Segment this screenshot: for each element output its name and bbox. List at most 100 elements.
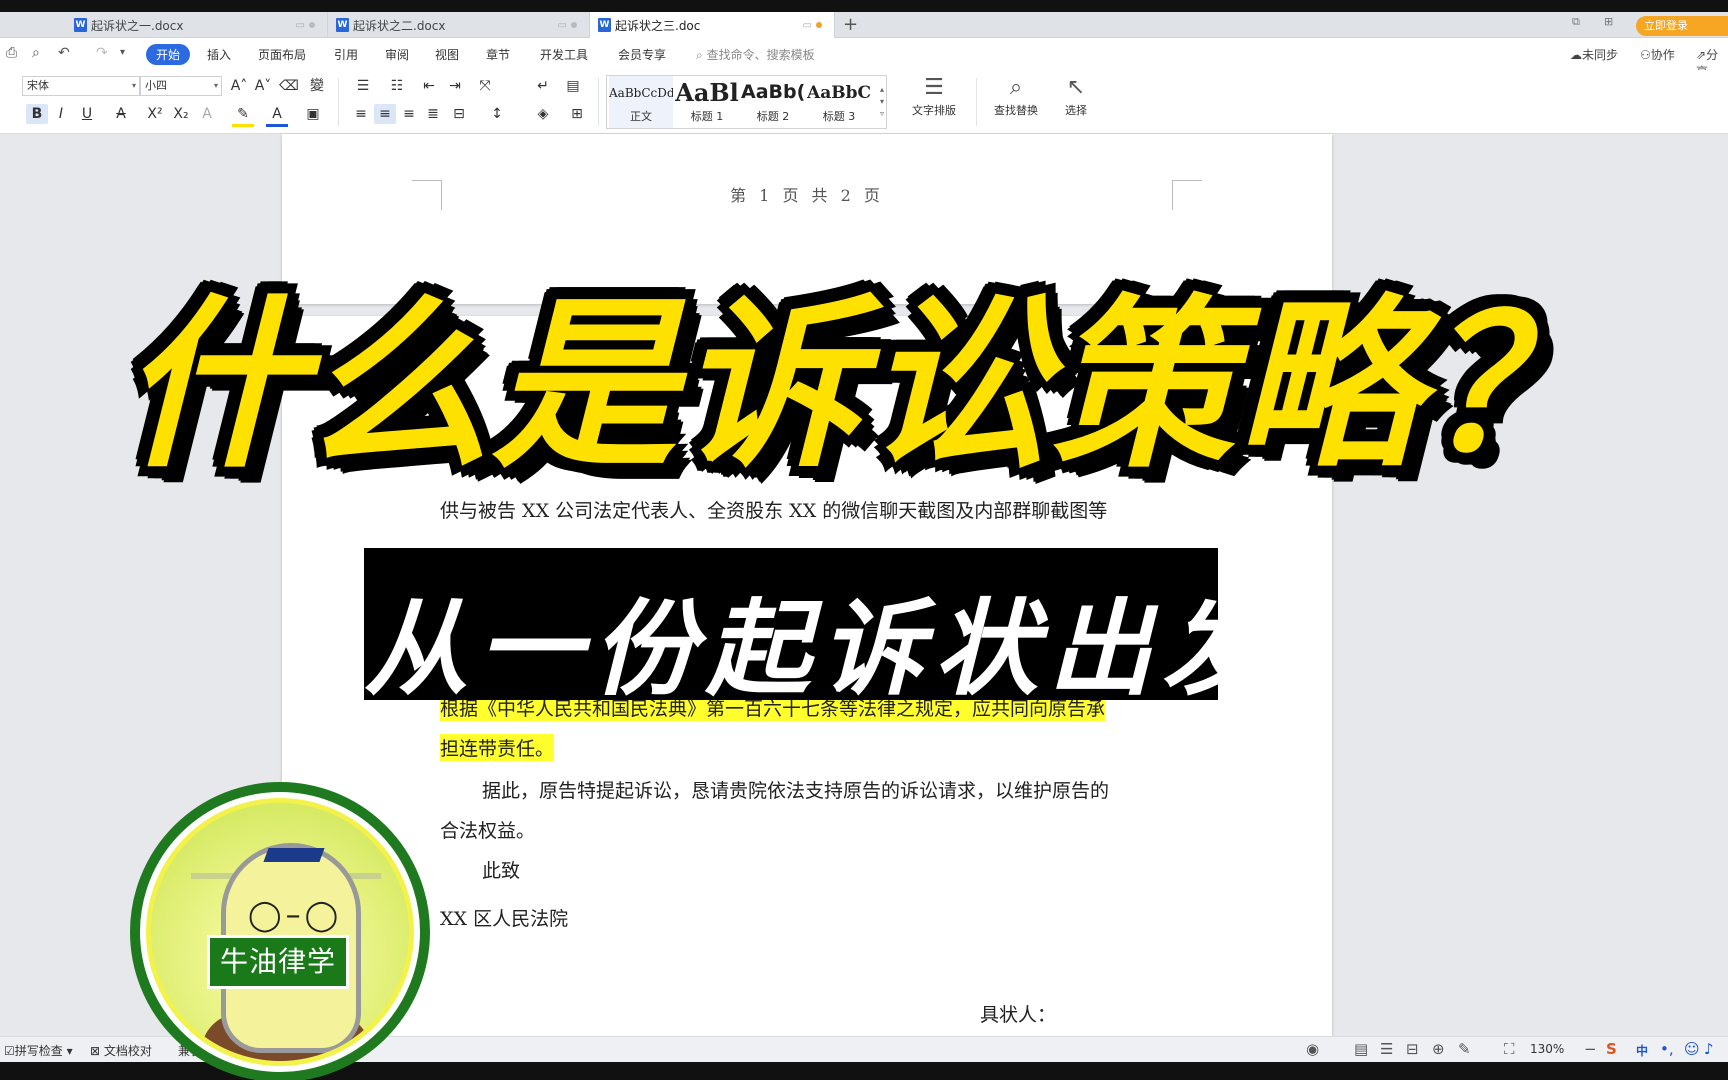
style-heading-2[interactable]: AaBb( 标题 2: [741, 76, 805, 128]
chinese-layout-icon[interactable]: ⤧: [472, 76, 498, 96]
align-center-icon[interactable]: ≡: [374, 104, 396, 124]
fit-page-icon[interactable]: ⛶: [1504, 1040, 1515, 1058]
clear-format-icon[interactable]: ⌫: [278, 76, 300, 96]
highlight-icon[interactable]: ✎: [232, 104, 254, 127]
tab-close-dot[interactable]: [571, 22, 577, 28]
page-view-icon[interactable]: ▤: [1354, 1040, 1368, 1058]
style-scroll-arrows[interactable]: ▴ ▾ ▿: [880, 84, 884, 120]
collab-label: 协作: [1650, 48, 1675, 62]
distribute-icon[interactable]: ⊟: [448, 104, 470, 124]
cursor-icon: ↖: [1066, 75, 1086, 100]
tab-doc-1[interactable]: W 起诉状之一.docx ▭: [66, 12, 328, 38]
zoom-level[interactable]: 130%: [1530, 1042, 1564, 1056]
menu-view[interactable]: 视图: [435, 46, 459, 63]
sync-status[interactable]: ☁未同步: [1570, 46, 1618, 63]
web-view-icon[interactable]: ⊕: [1432, 1040, 1445, 1058]
increase-indent-icon[interactable]: ⇥: [444, 76, 466, 96]
decrease-indent-icon[interactable]: ⇤: [418, 76, 440, 96]
ime-mode[interactable]: 中: [1636, 1042, 1648, 1059]
separator: [976, 78, 977, 126]
menu-home[interactable]: 开始: [146, 44, 191, 65]
show-marks-icon[interactable]: ↵: [530, 76, 556, 96]
table-icon[interactable]: ▤: [562, 76, 584, 96]
document-tab-bar: W 起诉状之一.docx ▭ W 起诉状之二.docx ▭ W 起诉状之三.do…: [0, 12, 1728, 38]
align-left-icon[interactable]: ≡: [350, 104, 372, 124]
menu-references[interactable]: 引用: [334, 46, 358, 63]
tab-doc-3[interactable]: W 起诉状之三.doc ▭: [590, 12, 835, 38]
menu-insert[interactable]: 插入: [207, 46, 231, 63]
font-name-select[interactable]: 宋体 ▾: [22, 76, 140, 96]
tab-close-dot[interactable]: [309, 22, 315, 28]
numbered-list-icon[interactable]: ☷: [384, 76, 410, 96]
font-color-icon[interactable]: A: [266, 104, 288, 127]
select-button[interactable]: ↖ 选择: [1052, 74, 1100, 118]
eye-protect-icon[interactable]: ◉: [1306, 1040, 1319, 1058]
justify-icon[interactable]: ≣: [422, 104, 444, 124]
shading-icon[interactable]: ◈: [530, 104, 556, 124]
menu-chapter[interactable]: 章节: [486, 46, 510, 63]
bullet-list-icon[interactable]: ☰: [350, 76, 376, 96]
menu-review[interactable]: 审阅: [385, 46, 409, 63]
print-preview-icon[interactable]: ⌕: [32, 45, 40, 61]
collab-button[interactable]: ⚇协作: [1640, 46, 1675, 63]
align-right-icon[interactable]: ≡: [398, 104, 420, 124]
style-normal[interactable]: AaBbCcDd 正文: [609, 76, 673, 128]
bold-icon[interactable]: B: [26, 104, 48, 124]
char-border-icon[interactable]: ▣: [302, 104, 324, 124]
write-view-icon[interactable]: ✎: [1458, 1040, 1471, 1058]
doc-line-signer: 具状人：: [980, 1004, 1057, 1026]
print-icon[interactable]: ⎙: [6, 45, 17, 61]
style-heading-1[interactable]: AaBl 标题 1: [675, 76, 739, 128]
layout-icon[interactable]: ⧉: [1572, 15, 1580, 29]
outline-view-icon[interactable]: ☰: [1380, 1040, 1393, 1058]
user-icon: ⚇: [1640, 48, 1651, 62]
text-layout-button[interactable]: ☰ 文字排版: [900, 74, 968, 118]
strikethrough-icon[interactable]: A: [110, 104, 132, 124]
chevron-down-icon: ▾: [213, 81, 218, 90]
tab-doc-2[interactable]: W 起诉状之二.docx ▭: [328, 12, 590, 38]
undo-icon[interactable]: ↶: [58, 45, 70, 61]
command-search[interactable]: ⌕ 查找命令、搜索模板: [696, 46, 815, 63]
login-button[interactable]: 立即登录: [1636, 16, 1728, 36]
doc-line-court: XX 区人民法院: [440, 908, 569, 930]
border-icon[interactable]: ⊞: [564, 104, 590, 124]
style-label: 正文: [630, 110, 652, 123]
line-spacing-icon[interactable]: ↕: [484, 104, 510, 124]
smiley-icon[interactable]: ☺: [1684, 1040, 1700, 1058]
find-replace-button[interactable]: ⌕ 查找替换: [982, 74, 1050, 118]
read-view-icon[interactable]: ⊟: [1406, 1040, 1419, 1058]
new-tab-plus-icon[interactable]: +: [843, 12, 858, 38]
mic-icon[interactable]: ♪: [1704, 1040, 1714, 1058]
italic-icon[interactable]: I: [52, 104, 70, 124]
punct-icon[interactable]: •,: [1660, 1040, 1674, 1058]
doc-check-button[interactable]: ⊠ 文档校对: [90, 1042, 152, 1059]
menu-member[interactable]: 会员专享: [618, 46, 666, 63]
grid-icon[interactable]: ⊞: [1604, 15, 1613, 28]
grow-font-icon[interactable]: A˄: [228, 76, 250, 96]
font-size-select[interactable]: 小四 ▾: [140, 76, 222, 96]
word-doc-icon: W: [598, 18, 611, 32]
overlay-subtitle: 从一份起诉状出发: [364, 588, 1277, 710]
redo-icon[interactable]: ↷: [96, 45, 108, 61]
customize-chevron-icon[interactable]: ▾: [120, 47, 125, 58]
superscript-icon[interactable]: X²: [144, 104, 166, 124]
tab-unsaved-dot[interactable]: [816, 22, 822, 28]
shrink-font-icon[interactable]: A˅: [252, 76, 274, 96]
zoom-out-icon[interactable]: −: [1584, 1040, 1597, 1058]
menu-developer[interactable]: 开发工具: [540, 46, 588, 63]
spellcheck-button[interactable]: ☑拼写检查 ▾: [4, 1042, 73, 1059]
underline-icon[interactable]: U: [76, 104, 98, 124]
page-number-header: 第 1 页 共 2 页: [730, 186, 884, 205]
tab-label: 起诉状之二.docx: [353, 18, 446, 33]
menu-bar: ⎙ ⌕ ↶ ↷ ▾ 开始 插入 页面布局 引用 审阅 视图 章节 开发工具 会员…: [0, 38, 1728, 79]
menu-page-layout[interactable]: 页面布局: [258, 46, 306, 63]
style-heading-3[interactable]: AaBbC 标题 3: [807, 76, 871, 128]
sogou-ime-icon[interactable]: S: [1606, 1040, 1617, 1058]
font-name-value: 宋体: [27, 79, 49, 92]
graduation-cap-icon: [263, 848, 325, 862]
text-effect-icon[interactable]: A: [196, 104, 218, 124]
phonetic-icon[interactable]: 變: [304, 76, 330, 96]
style-preview: AaBl: [675, 78, 739, 107]
style-label: 标题 2: [756, 110, 790, 123]
subscript-icon[interactable]: X₂: [170, 104, 192, 124]
